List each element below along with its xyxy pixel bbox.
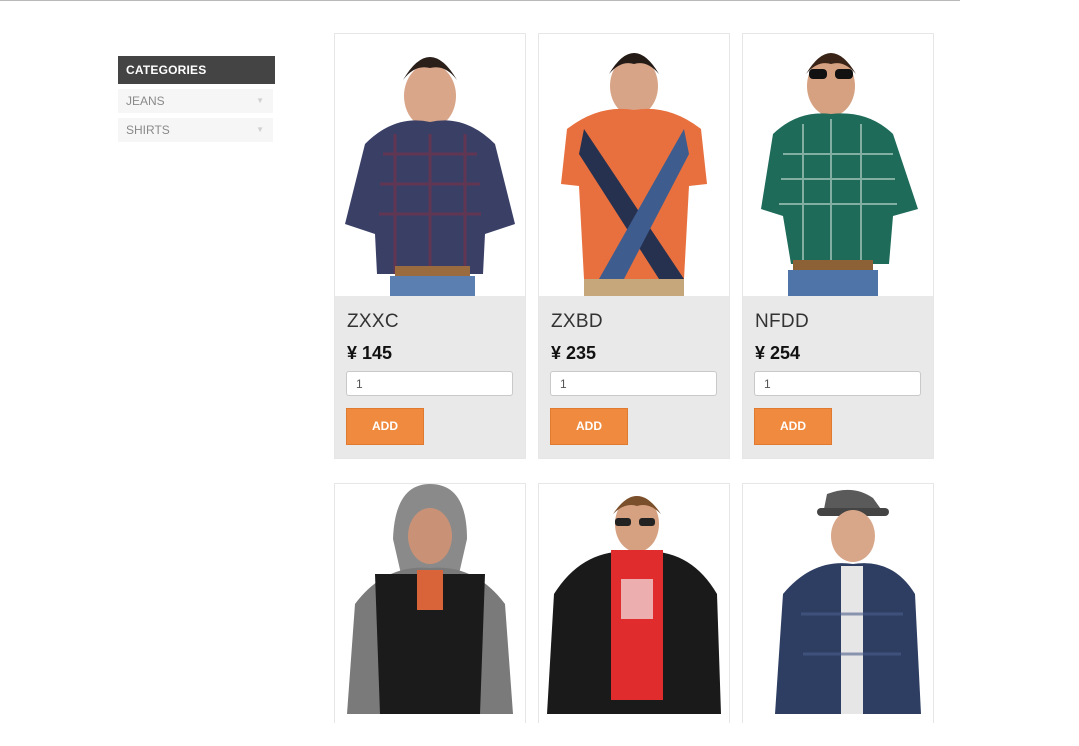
- product-card: ZXBD ¥ 235 ADD: [538, 33, 730, 459]
- product-card: [742, 483, 934, 746]
- category-label: SHIRTS: [126, 123, 170, 137]
- product-price: ¥ 254: [755, 343, 801, 363]
- product-card: ZXXC ¥ 145 ADD: [334, 33, 526, 459]
- product-image[interactable]: [743, 34, 933, 296]
- add-button[interactable]: ADD: [346, 408, 424, 445]
- product-card: NFDD ¥ 254 ADD: [742, 33, 934, 459]
- caret-down-icon: ▼: [256, 125, 264, 134]
- product-card: [538, 483, 730, 746]
- quantity-input[interactable]: [754, 371, 921, 396]
- product-image[interactable]: [539, 34, 729, 296]
- product-card: [334, 483, 526, 746]
- quantity-input[interactable]: [550, 371, 717, 396]
- categories-sidebar: CATEGORIES JEANS ▼ SHIRTS ▼: [118, 56, 275, 142]
- product-image[interactable]: [743, 484, 933, 746]
- product-price: ¥ 145: [347, 343, 393, 363]
- add-button[interactable]: ADD: [754, 408, 832, 445]
- quantity-input[interactable]: [346, 371, 513, 396]
- product-price: ¥ 235: [551, 343, 597, 363]
- product-name: ZXBD: [551, 311, 603, 332]
- categories-header: CATEGORIES: [118, 56, 275, 84]
- top-divider: [0, 0, 960, 1]
- product-name: NFDD: [755, 311, 809, 332]
- product-image[interactable]: [335, 34, 525, 296]
- category-item-shirts[interactable]: SHIRTS ▼: [118, 118, 273, 142]
- caret-down-icon: ▼: [256, 96, 264, 105]
- add-button[interactable]: ADD: [550, 408, 628, 445]
- category-label: JEANS: [126, 94, 165, 108]
- product-image[interactable]: [539, 484, 729, 746]
- category-item-jeans[interactable]: JEANS ▼: [118, 89, 273, 113]
- product-name: ZXXC: [347, 311, 399, 332]
- product-image[interactable]: [335, 484, 525, 746]
